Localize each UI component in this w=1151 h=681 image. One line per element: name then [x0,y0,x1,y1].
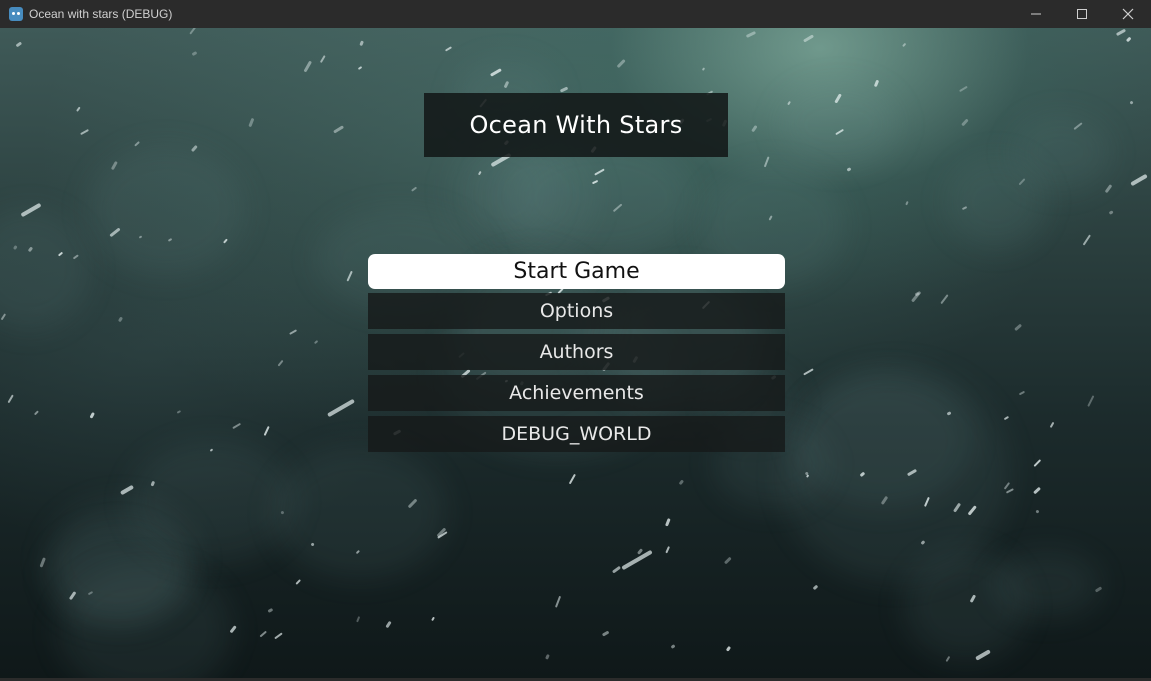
star-particle [314,339,319,344]
star-particle [745,30,756,39]
star-particle [846,166,852,172]
window-title: Ocean with stars (DEBUG) [29,7,173,21]
star-particle [1104,184,1113,194]
star-particle [905,201,910,206]
maximize-icon [1077,9,1087,19]
game-viewport[interactable]: Ocean With Stars Start Game Options Auth… [0,28,1151,678]
star-particle [33,410,39,416]
star-streak [327,398,355,418]
star-particle [410,186,418,192]
star-streak [1130,173,1148,187]
star-particle [267,608,274,614]
star-particle [188,28,197,35]
star-particle [701,67,706,72]
minimize-button[interactable] [1013,0,1059,28]
star-particle [289,329,298,336]
star-particle [724,556,733,565]
maximize-button[interactable] [1059,0,1105,28]
close-icon [1122,8,1134,20]
star-particle [357,65,362,70]
star-particle [1129,100,1135,106]
star-particle [958,86,968,93]
star-particle [611,565,622,574]
title-bar[interactable]: Ocean with stars (DEBUG) [0,0,1151,28]
star-particle [385,621,392,629]
star-particle [544,653,551,660]
star-particle [873,79,880,87]
star-particle [303,60,313,73]
star-particle [248,118,255,128]
star-particle [259,630,267,637]
debug-world-button[interactable]: DEBUG_WORLD [368,416,785,452]
game-title: Ocean With Stars [469,111,683,139]
star-particle [319,54,326,64]
star-particle [665,546,670,554]
minimize-icon [1031,13,1041,15]
star-particle [601,629,610,636]
star-particle [1014,323,1022,331]
star-particle [15,41,23,48]
star-particle [232,422,241,429]
star-particle [7,394,14,403]
star-particle [430,617,435,622]
star-particle [559,85,569,92]
start-game-button[interactable]: Start Game [368,254,785,289]
game-title-panel: Ocean With Stars [424,93,728,157]
star-particle [176,410,182,415]
star-particle [812,584,819,591]
star-particle [665,518,671,527]
star-particle [1035,509,1041,514]
star-particle [117,316,123,323]
authors-button[interactable]: Authors [368,334,785,370]
star-particle [277,359,284,367]
star-particle [726,645,733,652]
star-particle [940,294,949,305]
star-particle [803,368,814,376]
star-particle [1087,395,1095,408]
star-particle [332,125,344,134]
star-particle [359,40,364,46]
cloud-blob [477,140,596,253]
star-particle [274,632,283,640]
star-particle [1033,459,1042,468]
star-particle [1019,390,1026,396]
star-particle [569,473,577,485]
star-particle [678,479,684,486]
star-particle [89,411,95,419]
cloud-blob [0,209,91,330]
star-particle [902,42,907,47]
star-particle [1049,422,1055,429]
star-particle [191,50,198,57]
star-particle [751,124,759,133]
star-particle [555,595,562,608]
close-button[interactable] [1105,0,1151,28]
star-particle [616,58,626,68]
main-menu: Start Game Options Authors Achievements … [368,254,785,457]
star-particle [1082,234,1092,246]
star-particle [75,106,81,113]
cloud-blob [272,445,448,579]
star-particle [911,292,920,303]
star-particle [1126,36,1132,42]
star-particle [803,34,815,43]
star-particle [80,129,90,136]
game-window: Ocean with stars (DEBUG) Ocean With Star… [0,0,1151,681]
star-particle [670,644,676,650]
window-controls [1013,0,1151,28]
star-particle [1033,487,1042,495]
star-particle [1003,415,1010,421]
star-particle [1115,29,1126,37]
star-particle [1108,209,1114,215]
star-particle [444,46,452,52]
godot-app-icon [9,7,23,21]
star-particle [263,426,271,436]
star-particle [961,118,970,127]
star-particle [295,578,302,585]
star-particle [356,616,361,623]
achievements-button[interactable]: Achievements [368,375,785,411]
options-button[interactable]: Options [368,293,785,329]
cloud-blob [87,144,246,276]
star-particle [134,141,140,147]
cloud-blob [945,156,1046,248]
